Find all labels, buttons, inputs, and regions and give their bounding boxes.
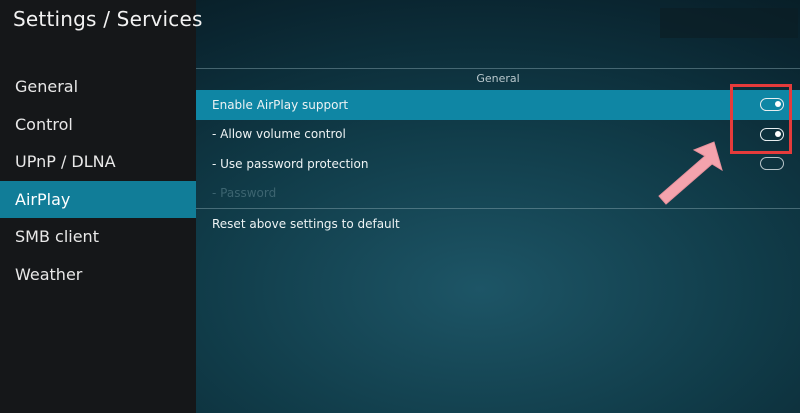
- page-title: Settings / Services: [13, 7, 203, 31]
- setting-label: Enable AirPlay support: [212, 97, 349, 112]
- arrow-annotation-icon: [658, 141, 723, 205]
- sidebar-item-label: UPnP / DLNA: [15, 152, 116, 172]
- sidebar-item-smb-client[interactable]: SMB client: [0, 218, 196, 256]
- sidebar: General Control UPnP / DLNA AirPlay SMB …: [0, 68, 196, 293]
- setting-label: - Allow volume control: [212, 127, 346, 142]
- setting-enable-airplay[interactable]: Enable AirPlay support: [196, 90, 800, 120]
- sidebar-item-label: SMB client: [15, 227, 99, 247]
- sidebar-item-label: AirPlay: [15, 189, 71, 209]
- sidebar-item-weather[interactable]: Weather: [0, 256, 196, 294]
- reset-label: Reset above settings to default: [212, 217, 400, 231]
- setting-label: - Use password protection: [212, 156, 369, 171]
- toggle-switch-icon[interactable]: [760, 157, 784, 170]
- sidebar-item-general[interactable]: General: [0, 68, 196, 106]
- title-bar: Settings / Services: [0, 0, 800, 40]
- sidebar-item-airplay[interactable]: AirPlay: [0, 180, 196, 218]
- highlight-box: [730, 84, 792, 154]
- sidebar-item-label: Control: [15, 114, 73, 134]
- setting-label: - Password: [212, 186, 277, 201]
- sidebar-item-label: Weather: [15, 264, 83, 284]
- sidebar-item-control[interactable]: Control: [0, 106, 196, 144]
- reset-settings-button[interactable]: Reset above settings to default: [196, 209, 800, 239]
- sidebar-item-upnp-dlna[interactable]: UPnP / DLNA: [0, 143, 196, 181]
- kodi-settings-screen: Settings / Services General Control UPnP…: [0, 0, 800, 413]
- sidebar-item-label: General: [15, 77, 79, 97]
- group-header: General: [196, 68, 800, 90]
